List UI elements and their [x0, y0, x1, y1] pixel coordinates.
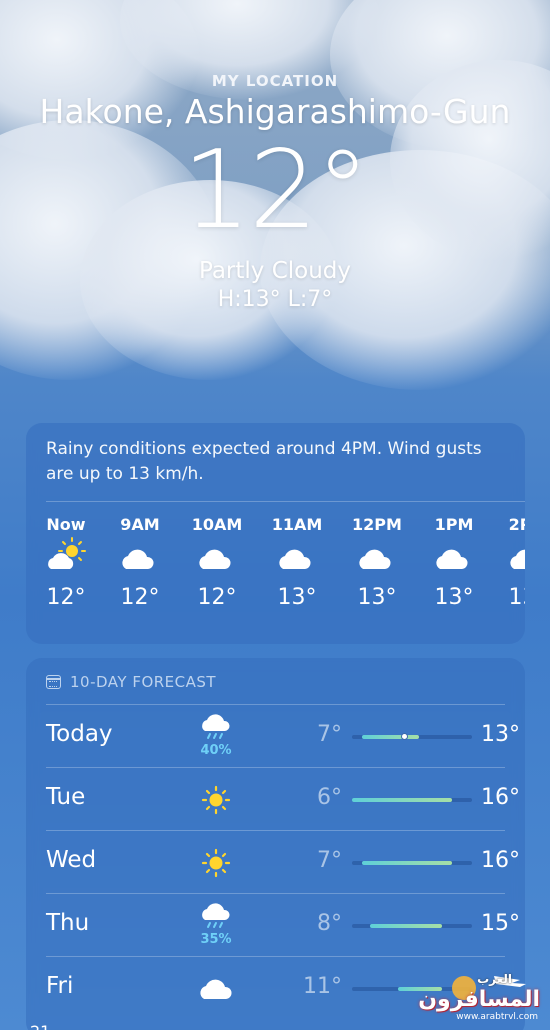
- cloud-icon: [177, 537, 257, 583]
- hourly-scroll[interactable]: Now 12° 9AM 12° 10AM 12° 11AM 13° 12PM 1…: [26, 513, 525, 633]
- forecast-summary: Rainy conditions expected around 4PM. Wi…: [46, 439, 482, 484]
- hour-item: 1PM 13°: [414, 513, 494, 613]
- hour-item: 12PM 13°: [337, 513, 417, 613]
- temperature-range-bar: [352, 798, 472, 802]
- hour-label: 10AM: [191, 515, 243, 534]
- day-low-temp: 8°: [317, 911, 342, 936]
- temperature-range-fill: [370, 924, 442, 928]
- day-row-thu[interactable]: Thu 35% 8° 15°: [46, 893, 520, 956]
- hour-label: 11AM: [271, 515, 323, 534]
- temperature-range-fill: [361, 861, 452, 865]
- watermark-text: المسافرون: [418, 987, 540, 1012]
- cloud-icon: [257, 537, 337, 583]
- day-name: Fri: [46, 973, 74, 999]
- watermark-small-text: العرب: [477, 972, 512, 986]
- day-high-temp: 16°: [481, 785, 520, 810]
- sun-icon: [196, 776, 236, 820]
- hour-label: 1PM: [434, 515, 474, 534]
- my-location-label: MY LOCATION: [211, 72, 339, 90]
- rain-cloud-icon: 35%: [196, 902, 236, 947]
- hour-item: 2PM 13°: [488, 513, 525, 613]
- day-row-tue[interactable]: Tue 6° 16°: [46, 767, 520, 830]
- hour-temperature: 12°: [46, 585, 86, 610]
- cloud-icon: [100, 537, 180, 583]
- temperature-range-fill: [352, 798, 452, 802]
- rain-cloud-icon: 40%: [196, 713, 236, 758]
- hour-temperature: 13°: [277, 585, 317, 610]
- calendar-icon: [46, 675, 61, 689]
- hour-label: 9AM: [120, 515, 160, 534]
- hour-temperature: 13°: [508, 585, 526, 610]
- day-row-wed[interactable]: Wed 7° 16°: [46, 830, 520, 893]
- hour-temperature: 13°: [357, 585, 397, 610]
- ten-day-title: 10-DAY FORECAST: [70, 673, 217, 691]
- temperature-range-bar: [352, 861, 472, 865]
- cloud-icon: [337, 537, 417, 583]
- current-temperature: 12°: [182, 128, 369, 253]
- cloud-icon: [196, 965, 236, 1009]
- day-low-temp: 11°: [303, 974, 342, 999]
- cloud-icon: [488, 537, 525, 583]
- ten-day-header: 10-DAY FORECAST: [46, 672, 216, 692]
- day-low-temp: 7°: [317, 722, 342, 747]
- day-name: Thu: [46, 910, 90, 936]
- sun-icon: [196, 839, 236, 883]
- day-low-temp: 6°: [317, 785, 342, 810]
- cloud-icon: [414, 537, 494, 583]
- day-name: Tue: [46, 784, 86, 810]
- day-high-temp: 13°: [481, 722, 520, 747]
- current-temp-marker: [400, 733, 408, 740]
- temperature-range-fill: [361, 735, 420, 739]
- weather-screen: MY LOCATION Hakone, Ashigarashimo-Gun 12…: [0, 0, 550, 1030]
- day-high-temp: 15°: [481, 911, 520, 936]
- hour-temperature: 12°: [120, 585, 160, 610]
- day-low-temp: 7°: [317, 848, 342, 873]
- watermark-url: www.arabtrvl.com: [456, 1012, 538, 1022]
- hourly-forecast-card[interactable]: Rainy conditions expected around 4PM. Wi…: [26, 423, 525, 644]
- hour-temperature: 13°: [434, 585, 474, 610]
- temperature-range-bar: [352, 733, 472, 740]
- watermark-logo: العرب المسافرون www.arabtrvl.com: [418, 968, 544, 1022]
- precipitation-chance: 40%: [200, 743, 232, 758]
- hour-item: 9AM 12°: [100, 513, 180, 613]
- current-condition: Partly Cloudy: [198, 258, 352, 284]
- hour-item: 10AM 12°: [177, 513, 257, 613]
- next-card-peek: 21: [30, 1022, 50, 1030]
- hour-label: Now: [46, 515, 86, 534]
- day-high-temp: 16°: [481, 848, 520, 873]
- day-name: Today: [46, 721, 113, 747]
- divider: [46, 501, 525, 502]
- hour-label: 12PM: [352, 515, 402, 534]
- day-row-today[interactable]: Today 40% 7° 13°: [46, 704, 520, 767]
- hour-item: Now 12°: [26, 513, 106, 613]
- city-name: Hakone, Ashigarashimo-Gun: [39, 92, 511, 131]
- partly-cloudy-icon: [26, 537, 106, 583]
- hour-label: 2PM: [508, 515, 525, 534]
- hour-temperature: 12°: [197, 585, 237, 610]
- temperature-range-bar: [352, 924, 472, 928]
- day-name: Wed: [46, 847, 97, 873]
- hour-item: 11AM 13°: [257, 513, 337, 613]
- high-low-temperature: H:13° L:7°: [217, 287, 333, 312]
- precipitation-chance: 35%: [200, 932, 232, 947]
